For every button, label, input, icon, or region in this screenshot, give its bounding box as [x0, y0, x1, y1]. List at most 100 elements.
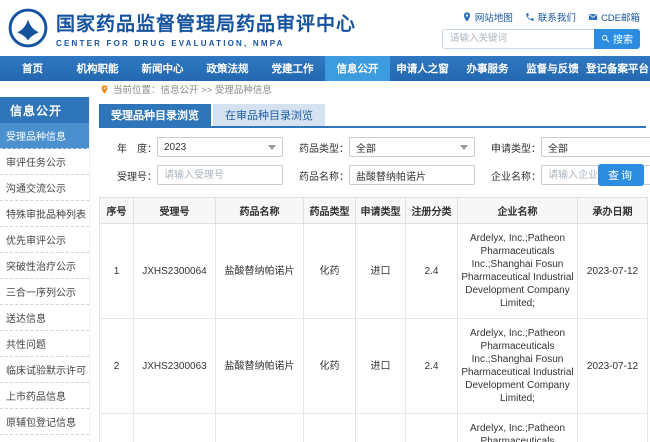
sidebar-item[interactable]: 送达信息 — [0, 305, 89, 331]
sidebar-item[interactable]: 审评任务公示 — [0, 149, 89, 175]
search-button-label: 搜索 — [613, 31, 633, 46]
column-header: 承办日期 — [578, 198, 648, 224]
site-header: 国家药品监督管理局药品审评中心 CENTER FOR DRUG EVALUATI… — [0, 0, 650, 56]
nav-item[interactable]: 党建工作 — [260, 56, 325, 81]
drug-name-input[interactable] — [349, 165, 475, 185]
brand: 国家药品监督管理局药品审评中心 CENTER FOR DRUG EVALUATI… — [8, 8, 356, 48]
year-label: 年 度： — [99, 140, 157, 155]
site-title: 国家药品监督管理局药品审评中心 — [56, 9, 356, 36]
sidebar-item[interactable]: 特殊审批品种列表 — [0, 201, 89, 227]
breadcrumb: 当前位置：信息公开 >> 受理品种信息 — [0, 81, 650, 97]
nav-item[interactable]: 首页 — [0, 56, 65, 81]
site-subtitle: CENTER FOR DRUG EVALUATION, NMPA — [56, 39, 356, 48]
nav-item[interactable]: 登记备案平台 — [585, 56, 650, 81]
nav-item[interactable]: 政策法规 — [195, 56, 260, 81]
sidebar-item[interactable]: 优先审评公示 — [0, 227, 89, 253]
tab-bar: 受理品种目录浏览在审品种目录浏览 — [99, 104, 646, 128]
nav-item[interactable]: 申请人之窗 — [390, 56, 455, 81]
cde-mail-link[interactable]: CDE邮箱 — [588, 10, 640, 24]
sidebar-items: 受理品种信息审评任务公示沟通交流公示特殊审批品种列表优先审评公示突破性治疗公示三… — [0, 123, 89, 442]
column-header: 受理号 — [134, 198, 216, 224]
table-cell-apply-type: 进口 — [356, 319, 406, 414]
tab[interactable]: 在审品种目录浏览 — [213, 104, 325, 126]
apply-type-field: 申请类型： 全部 — [483, 137, 650, 157]
table-row[interactable]: 2JXHS2300063盐酸替纳帕诺片化药进口2.4Ardelyx, Inc.;… — [100, 319, 648, 414]
tab[interactable]: 受理品种目录浏览 — [99, 104, 211, 126]
column-header: 注册分类 — [406, 198, 458, 224]
sidebar-item[interactable]: 突破性治疗公示 — [0, 253, 89, 279]
table-cell-company: Ardelyx, Inc.;Patheon Pharmaceuticals In… — [458, 319, 578, 414]
sidebar-item[interactable]: 原辅包登记信息 — [0, 409, 89, 435]
sidebar-item[interactable]: 上市药品信息 — [0, 383, 89, 409]
acceptance-no-field: 受理号： — [99, 165, 283, 185]
nav-item[interactable]: 新闻中心 — [130, 56, 195, 81]
nav-item[interactable]: 监督与反馈 — [520, 56, 585, 81]
drug-name-field: 药品名称： — [291, 165, 475, 185]
company-label: 企业名称： — [483, 168, 541, 183]
table-cell-date: 2023-07-12 — [578, 224, 648, 319]
table-header-row: 序号受理号药品名称药品类型申请类型注册分类企业名称承办日期 — [100, 198, 648, 224]
phone-icon — [525, 12, 535, 22]
column-header: 企业名称 — [458, 198, 578, 224]
site-map-link[interactable]: 网站地图 — [462, 10, 513, 24]
chevron-down-icon — [460, 145, 468, 150]
acceptance-no-input[interactable] — [157, 165, 283, 185]
search-button[interactable]: 搜索 — [594, 29, 640, 49]
chevron-down-icon — [268, 145, 276, 150]
nav-item[interactable]: 机构职能 — [65, 56, 130, 81]
sidebar-item[interactable]: 药品品种信息 — [0, 435, 89, 442]
sidebar-item[interactable]: 受理品种信息 — [0, 123, 89, 149]
sidebar-item[interactable]: 临床试验默示许可 — [0, 357, 89, 383]
filter-row-2: 受理号： 药品名称： 企业名称： 查询 — [99, 165, 646, 185]
year-select[interactable]: 2023 — [157, 137, 283, 157]
table-row[interactable]: 3JXHS2300062盐酸替纳帕诺片化药进口2.4Ardelyx, Inc.;… — [100, 414, 648, 442]
table-cell-acceptance-no: JXHS2300064 — [134, 224, 216, 319]
sidebar-item[interactable]: 三合一序列公示 — [0, 279, 89, 305]
year-select-value: 2023 — [164, 142, 186, 153]
quick-links: 网站地图 联系我们 CDE邮箱 — [462, 10, 640, 24]
column-header: 药品类型 — [304, 198, 356, 224]
location-icon — [462, 12, 472, 22]
search-input[interactable] — [442, 29, 594, 49]
table-row[interactable]: 1JXHS2300064盐酸替纳帕诺片化药进口2.4Ardelyx, Inc.;… — [100, 224, 648, 319]
table-cell-drug-name: 盐酸替纳帕诺片 — [216, 414, 304, 442]
main-panel: 受理品种目录浏览在审品种目录浏览 年 度： 2023 药品类型： 全部 — [90, 97, 650, 442]
nav-item[interactable]: 办事服务 — [455, 56, 520, 81]
query-button[interactable]: 查询 — [598, 164, 644, 186]
drug-type-label: 药品类型： — [291, 140, 349, 155]
table-cell-reg-class: 2.4 — [406, 319, 458, 414]
nmpa-logo — [8, 8, 48, 48]
sidebar-item[interactable]: 共性问题 — [0, 331, 89, 357]
year-field: 年 度： 2023 — [99, 137, 283, 157]
table-cell-acceptance-no: JXHS2300063 — [134, 319, 216, 414]
acceptance-no-label: 受理号： — [99, 168, 157, 183]
search-box: 搜索 — [442, 29, 640, 49]
drug-type-select[interactable]: 全部 — [349, 137, 475, 157]
main-nav: 首页机构职能新闻中心政策法规党建工作信息公开申请人之窗办事服务监督与反馈登记备案… — [0, 56, 650, 81]
sidebar-item[interactable]: 沟通交流公示 — [0, 175, 89, 201]
content: 信息公开 受理品种信息审评任务公示沟通交流公示特殊审批品种列表优先审评公示突破性… — [0, 97, 650, 442]
column-header: 申请类型 — [356, 198, 406, 224]
table-cell-drug-type: 化药 — [304, 414, 356, 442]
drug-type-select-value: 全部 — [356, 140, 376, 155]
apply-type-label: 申请类型： — [483, 140, 541, 155]
column-header: 序号 — [100, 198, 134, 224]
mail-icon — [588, 12, 598, 22]
nav-item[interactable]: 信息公开 — [325, 56, 390, 81]
quick-link-label: 联系我们 — [538, 10, 576, 24]
contact-us-link[interactable]: 联系我们 — [525, 10, 576, 24]
header-right: 网站地图 联系我们 CDE邮箱 搜索 — [442, 8, 640, 49]
filter-row-1: 年 度： 2023 药品类型： 全部 申请类 — [99, 137, 646, 157]
breadcrumb-text: 当前位置：信息公开 >> 受理品种信息 — [113, 82, 272, 96]
table-cell-drug-type: 化药 — [304, 319, 356, 414]
table-cell-drug-name: 盐酸替纳帕诺片 — [216, 319, 304, 414]
quick-link-label: CDE邮箱 — [601, 10, 640, 24]
table-cell-seq: 2 — [100, 319, 134, 414]
table-cell-reg-class: 2.4 — [406, 414, 458, 442]
column-header: 药品名称 — [216, 198, 304, 224]
apply-type-select[interactable]: 全部 — [541, 137, 650, 157]
table-cell-seq: 1 — [100, 224, 134, 319]
table-cell-date: 2023-07-12 — [578, 319, 648, 414]
table-cell-reg-class: 2.4 — [406, 224, 458, 319]
sidebar-title: 信息公开 — [0, 97, 89, 123]
